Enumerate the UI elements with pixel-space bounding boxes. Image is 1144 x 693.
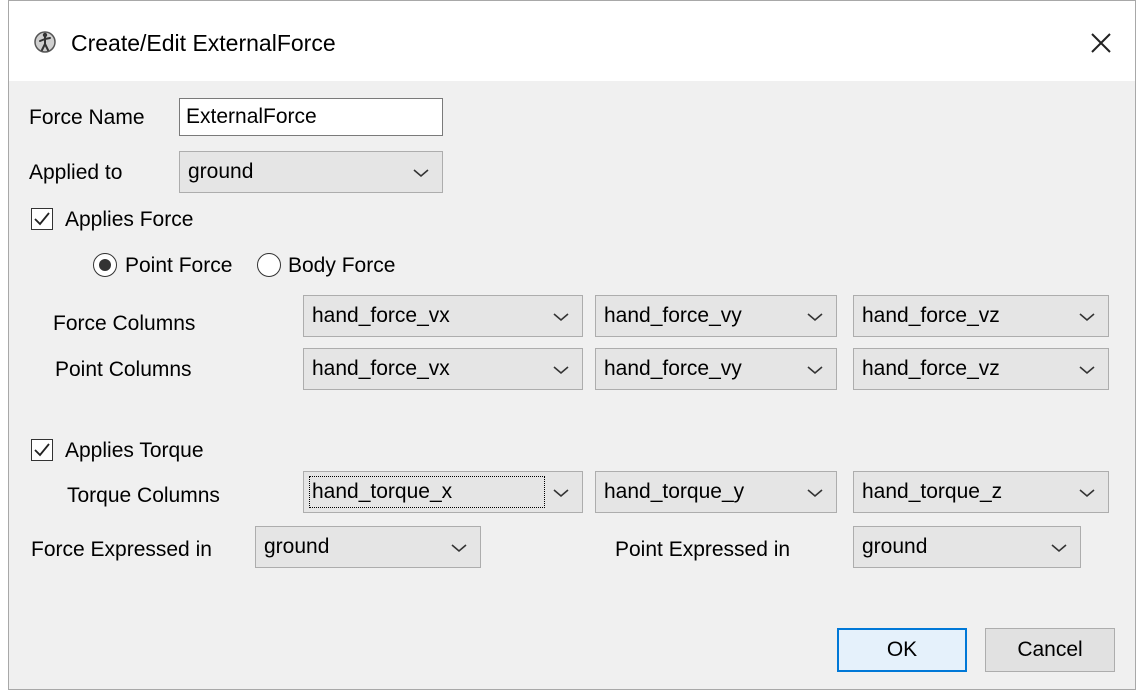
checkmark-icon <box>34 443 50 457</box>
create-edit-externalforce-dialog: Create/Edit ExternalForce Force Name App… <box>8 0 1136 690</box>
point-expressed-value: ground <box>862 535 928 558</box>
force-expressed-select[interactable]: ground <box>255 526 481 568</box>
chevron-down-icon <box>807 366 823 375</box>
force-column-z-value: hand_force_vz <box>862 304 1000 327</box>
torque-column-x-select[interactable]: hand_torque_x <box>303 471 583 513</box>
body-force-label: Body Force <box>288 254 396 277</box>
applied-to-value: ground <box>188 160 254 183</box>
torque-columns-label: Torque Columns <box>67 484 220 507</box>
force-column-y-value: hand_force_vy <box>604 304 742 327</box>
checkmark-icon <box>34 212 50 226</box>
force-column-y-select[interactable]: hand_force_vy <box>595 295 837 337</box>
torque-column-y-value: hand_torque_y <box>604 480 745 503</box>
point-columns-label: Point Columns <box>55 358 192 381</box>
applies-torque-label: Applies Torque <box>65 439 204 462</box>
point-column-x-value: hand_force_vx <box>312 357 450 380</box>
point-force-radio[interactable] <box>93 253 117 277</box>
point-expressed-select[interactable]: ground <box>853 526 1081 568</box>
force-column-x-select[interactable]: hand_force_vx <box>303 295 583 337</box>
force-column-x-value: hand_force_vx <box>312 304 450 327</box>
applies-force-label: Applies Force <box>65 208 194 231</box>
point-column-x-select[interactable]: hand_force_vx <box>303 348 583 390</box>
radio-selected-dot <box>99 259 111 271</box>
torque-column-z-value: hand_torque_z <box>862 480 1003 503</box>
window-title: Create/Edit ExternalForce <box>71 30 336 56</box>
body-force-radio[interactable] <box>257 253 281 277</box>
app-figure-icon <box>34 31 56 53</box>
force-name-label: Force Name <box>29 106 145 129</box>
point-column-z-value: hand_force_vz <box>862 357 1000 380</box>
point-column-y-select[interactable]: hand_force_vy <box>595 348 837 390</box>
force-column-z-select[interactable]: hand_force_vz <box>853 295 1109 337</box>
chevron-down-icon <box>413 169 429 178</box>
torque-column-y-select[interactable]: hand_torque_y <box>595 471 837 513</box>
chevron-down-icon <box>553 313 569 322</box>
chevron-down-icon <box>1079 489 1095 498</box>
close-button[interactable] <box>1079 21 1123 65</box>
applies-force-checkbox[interactable] <box>31 208 53 230</box>
chevron-down-icon <box>553 366 569 375</box>
force-name-input[interactable] <box>179 98 443 136</box>
chevron-down-icon <box>807 489 823 498</box>
force-expressed-value: ground <box>264 535 330 558</box>
cancel-button[interactable]: Cancel <box>985 628 1115 672</box>
force-expressed-label: Force Expressed in <box>31 538 212 561</box>
point-force-label: Point Force <box>125 254 233 277</box>
point-expressed-label: Point Expressed in <box>615 538 791 561</box>
point-column-z-select[interactable]: hand_force_vz <box>853 348 1109 390</box>
close-icon <box>1091 33 1111 53</box>
point-column-y-value: hand_force_vy <box>604 357 742 380</box>
title-bar: Create/Edit ExternalForce <box>9 1 1135 81</box>
applies-torque-checkbox[interactable] <box>31 439 53 461</box>
chevron-down-icon <box>1079 313 1095 322</box>
ok-button[interactable]: OK <box>837 628 967 672</box>
applied-to-label: Applied to <box>29 161 123 184</box>
force-columns-label: Force Columns <box>53 312 196 335</box>
torque-column-z-select[interactable]: hand_torque_z <box>853 471 1109 513</box>
chevron-down-icon <box>1079 366 1095 375</box>
chevron-down-icon <box>553 489 569 498</box>
applied-to-select[interactable]: ground <box>179 151 443 193</box>
torque-column-x-value: hand_torque_x <box>309 476 545 508</box>
chevron-down-icon <box>807 313 823 322</box>
chevron-down-icon <box>451 544 467 553</box>
chevron-down-icon <box>1051 544 1067 553</box>
